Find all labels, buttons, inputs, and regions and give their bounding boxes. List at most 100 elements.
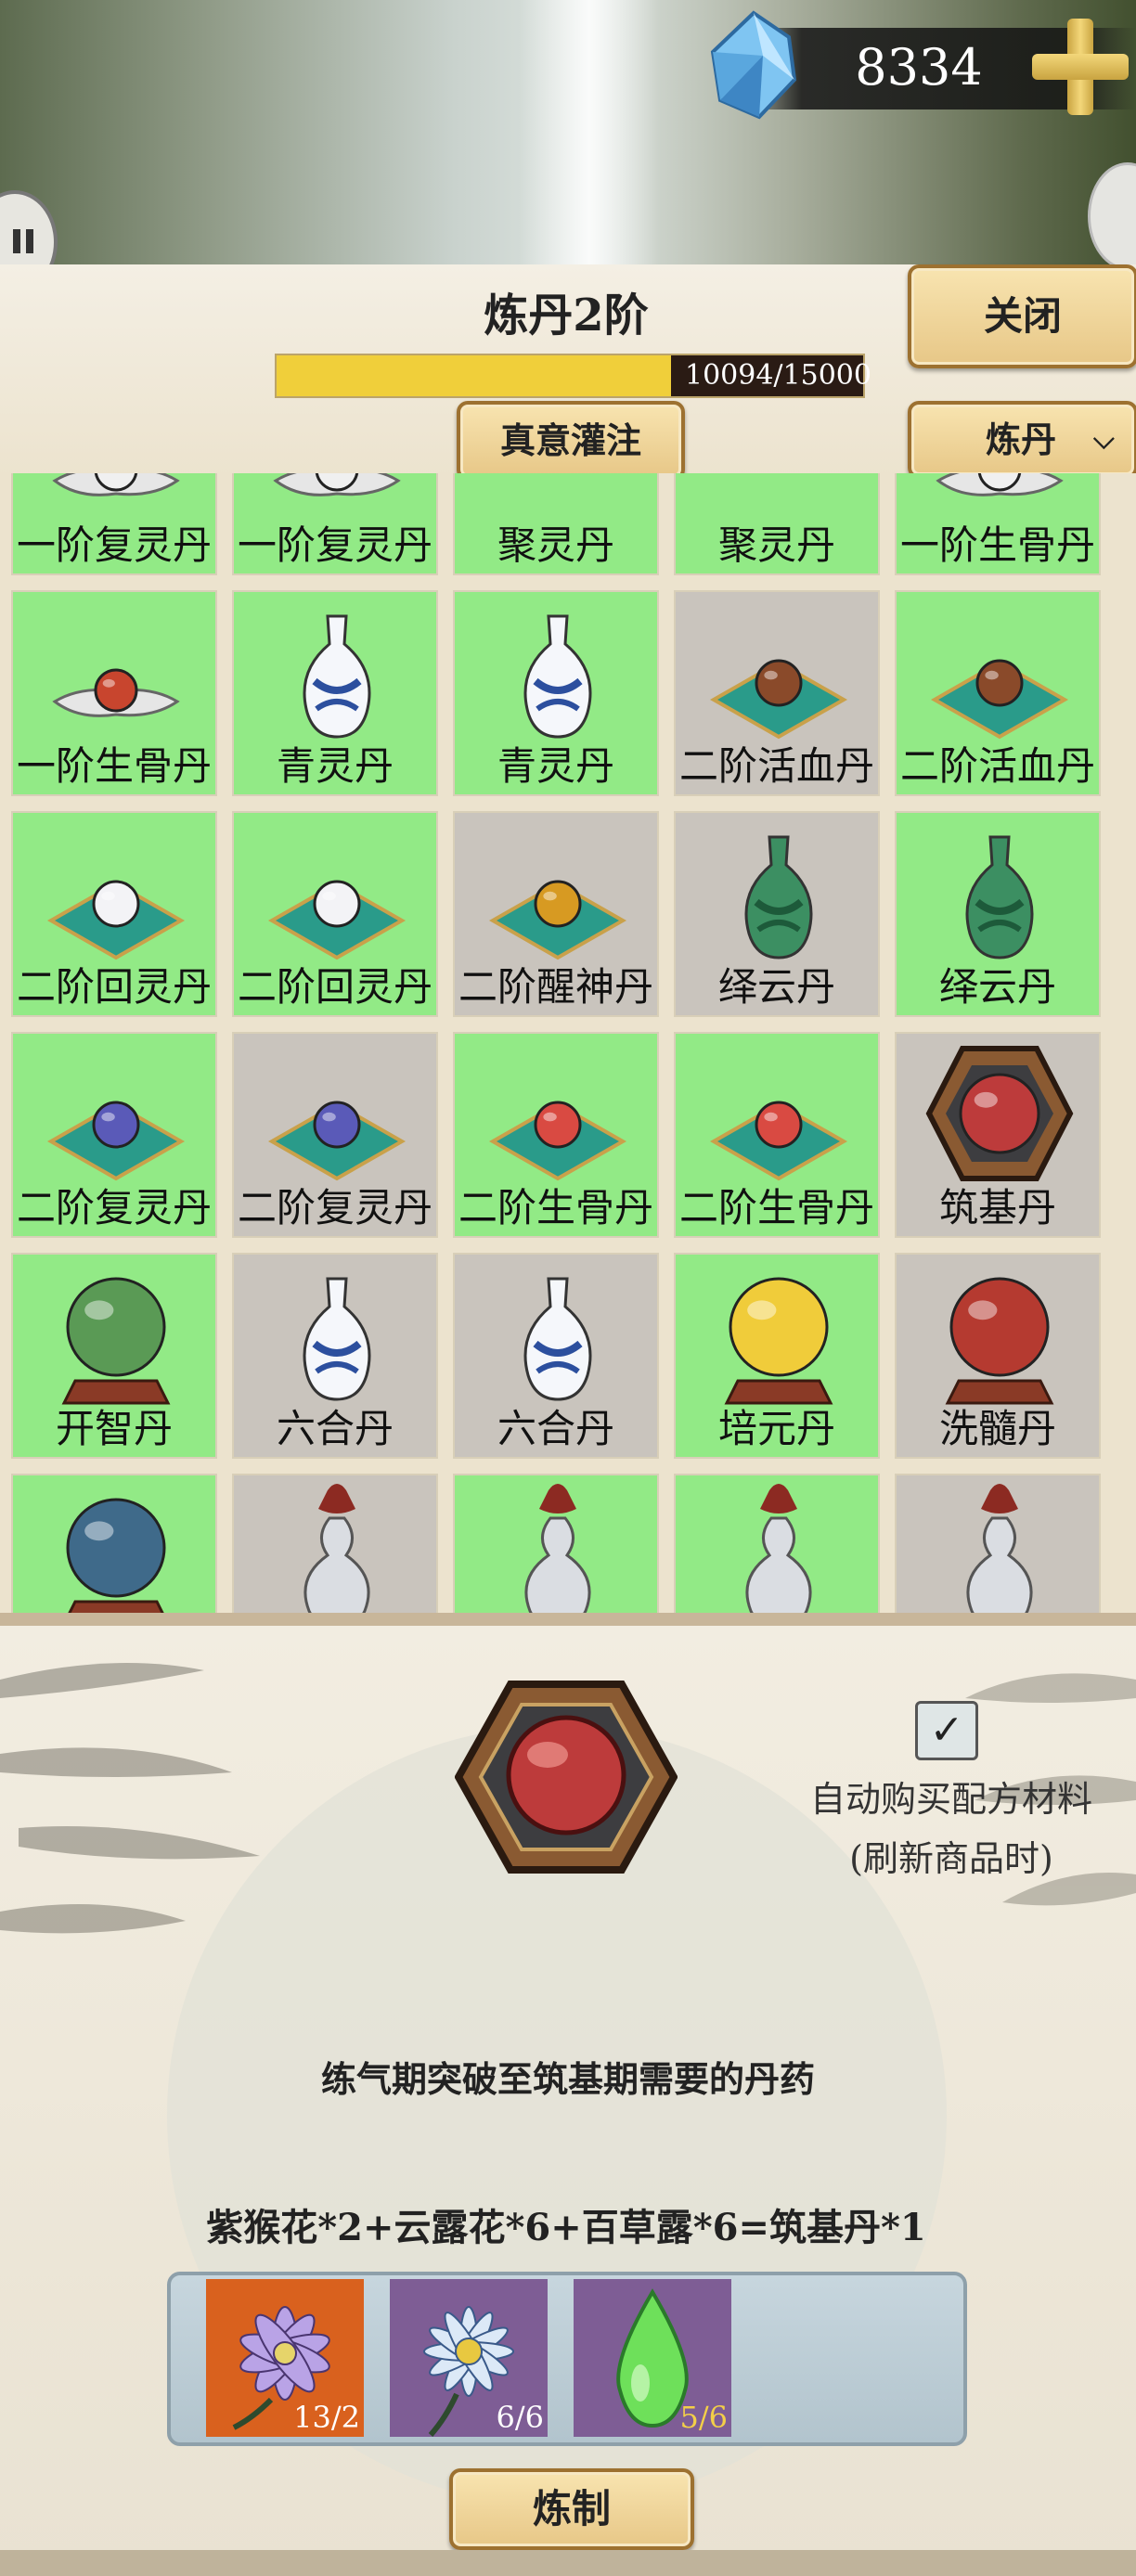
refine-button[interactable]: 炼制 [449,2468,694,2550]
dark-pill-icon [704,473,853,525]
red-orb-on-stand-icon [945,1277,1054,1405]
pill-name: 二阶生骨丹 [458,1185,653,1230]
pill-recipe-cell[interactable] [11,1474,217,1613]
pill-name: 六合丹 [497,1406,614,1451]
blue-vase-icon [303,614,371,739]
page-title: 炼丹2阶 [484,290,649,341]
pill-name: 二阶复灵丹 [237,1185,432,1230]
pill-recipe-cell[interactable] [453,1474,659,1613]
recipe-formula: 紫猴花*2+云露花*6+百草露*6=筑基丹*1 [206,2206,926,2249]
pill-recipe-cell[interactable]: 二阶复灵丹 [232,1032,438,1238]
material-slot[interactable]: 13/2 [206,2279,364,2437]
infuse-button[interactable]: 真意灌注 [457,401,685,481]
pill-name: 聚灵丹 [717,522,835,568]
white-pill-on-mat-icon [267,880,407,960]
yellow-orb-on-stand-icon [724,1277,833,1405]
currency-amount: 8334 [855,38,983,97]
red-pill-on-mat-icon [488,1101,627,1181]
dark-pill-icon [484,473,632,525]
pill-name: 绎云丹 [938,964,1056,1010]
white-pill-on-cloth-icon [936,473,1064,496]
pill-recipe-cell[interactable]: 青灵丹 [232,590,438,796]
bottom-border [0,2550,1136,2576]
pill-name: 开智丹 [55,1406,173,1451]
pill-name: 二阶回灵丹 [237,964,432,1010]
pill-name: 二阶活血丹 [678,743,874,789]
pill-recipe-cell[interactable]: 二阶生骨丹 [453,1032,659,1238]
pill-name: 一阶复灵丹 [16,522,212,568]
pill-name: 一阶生骨丹 [16,743,212,789]
pill-name: 青灵丹 [497,743,614,789]
pill-recipe-cell[interactable]: 洗髓丹 [895,1253,1101,1459]
purple-pill-on-mat-icon [46,1101,186,1181]
material-slot[interactable]: 6/6 [390,2279,548,2437]
pill-recipe-cell[interactable] [232,1474,438,1613]
pill-name: 绎云丹 [717,964,835,1010]
pill-recipe-cell[interactable]: 一阶复灵丹 [232,473,438,575]
material-count: 13/2 [293,2400,360,2435]
gold-pill-on-mat-icon [488,880,627,960]
pill-recipe-cell[interactable]: 二阶复灵丹 [11,1032,217,1238]
pill-recipe-cell[interactable]: 聚灵丹 [453,473,659,575]
blue-vase-icon [523,1277,592,1401]
pill-recipe-cell[interactable]: 六合丹 [453,1253,659,1459]
pill-recipe-cell[interactable]: 一阶生骨丹 [895,473,1101,575]
pill-recipe-cell[interactable]: 一阶复灵丹 [11,473,217,575]
pill-recipe-cell[interactable]: 二阶回灵丹 [11,811,217,1017]
pill-recipe-cell[interactable]: 二阶醒神丹 [453,811,659,1017]
pill-name: 二阶生骨丹 [678,1185,874,1230]
material-slot[interactable]: 5/6 [574,2279,731,2437]
pill-recipe-cell[interactable]: 六合丹 [232,1253,438,1459]
close-button[interactable]: 关闭 [908,264,1136,368]
plus-icon[interactable] [1032,19,1129,115]
pill-recipe-cell[interactable]: 开智丹 [11,1253,217,1459]
green-vase-icon [744,835,813,960]
purple-pill-on-mat-icon [267,1101,407,1181]
pill-recipe-cell[interactable]: 二阶回灵丹 [232,811,438,1017]
pill-name: 培元丹 [717,1406,835,1451]
pill-name: 一阶生骨丹 [899,522,1095,568]
pill-recipe-cell[interactable]: 筑基丹 [895,1032,1101,1238]
blue-orb-on-stand-icon [66,1498,166,1613]
material-count: 5/6 [679,2400,729,2435]
pill-name: 二阶复灵丹 [16,1185,212,1230]
auto-buy-checkbox[interactable]: ✓ [915,1701,978,1760]
gourd-vase-icon [745,1484,812,1613]
white-pill-on-cloth-icon [273,473,401,496]
pill-name: 青灵丹 [276,743,394,789]
auto-buy-label: 自动购买配方材料 [809,1779,1092,1820]
pill-recipe-cell[interactable]: 绎云丹 [895,811,1101,1017]
blue-vase-icon [303,1277,371,1401]
gourd-vase-icon [303,1484,370,1613]
pill-recipe-cell[interactable]: 青灵丹 [453,590,659,796]
pill-name: 二阶活血丹 [899,743,1095,789]
brown-pill-on-mat-icon [709,659,848,740]
category-dropdown[interactable]: 炼丹 ⌵ [908,401,1136,479]
green-vase-icon [965,835,1034,960]
pill-recipe-grid[interactable]: 一阶复灵丹 一阶复灵丹 聚灵丹 聚灵丹 一阶生骨丹 一阶生骨丹 青灵丹 青灵丹 二阶活血丹 二阶活… [0,473,1136,1613]
red-pill-in-box-icon [925,1046,1074,1181]
green-orb-on-stand-icon [61,1277,171,1405]
pill-recipe-cell[interactable]: 二阶活血丹 [895,590,1101,796]
pill-name: 二阶醒神丹 [458,964,653,1010]
pill-recipe-cell[interactable]: 一阶生骨丹 [11,590,217,796]
waterfall-decoration [520,0,659,264]
bamboo-leaves-decoration [0,1663,260,1934]
pill-name: 筑基丹 [938,1185,1056,1230]
red-pill-in-box-icon [455,1681,678,1874]
experience-progress-bar: 10094/15000 [275,354,871,398]
pill-name: 六合丹 [276,1406,394,1451]
pill-recipe-cell[interactable]: 培元丹 [674,1253,880,1459]
progress-fill [277,355,672,396]
pill-recipe-cell[interactable]: 聚灵丹 [674,473,880,575]
pill-recipe-cell[interactable]: 二阶生骨丹 [674,1032,880,1238]
pill-name: 一阶复灵丹 [237,522,432,568]
red-pill-on-cloth-icon [52,668,180,717]
pill-recipe-cell[interactable] [895,1474,1101,1613]
pill-recipe-cell[interactable]: 绎云丹 [674,811,880,1017]
gourd-vase-icon [524,1484,591,1613]
category-label: 炼丹 [986,419,1057,460]
pill-recipe-cell[interactable] [674,1474,880,1613]
pill-name: 洗髓丹 [938,1406,1056,1451]
pill-recipe-cell[interactable]: 二阶活血丹 [674,590,880,796]
